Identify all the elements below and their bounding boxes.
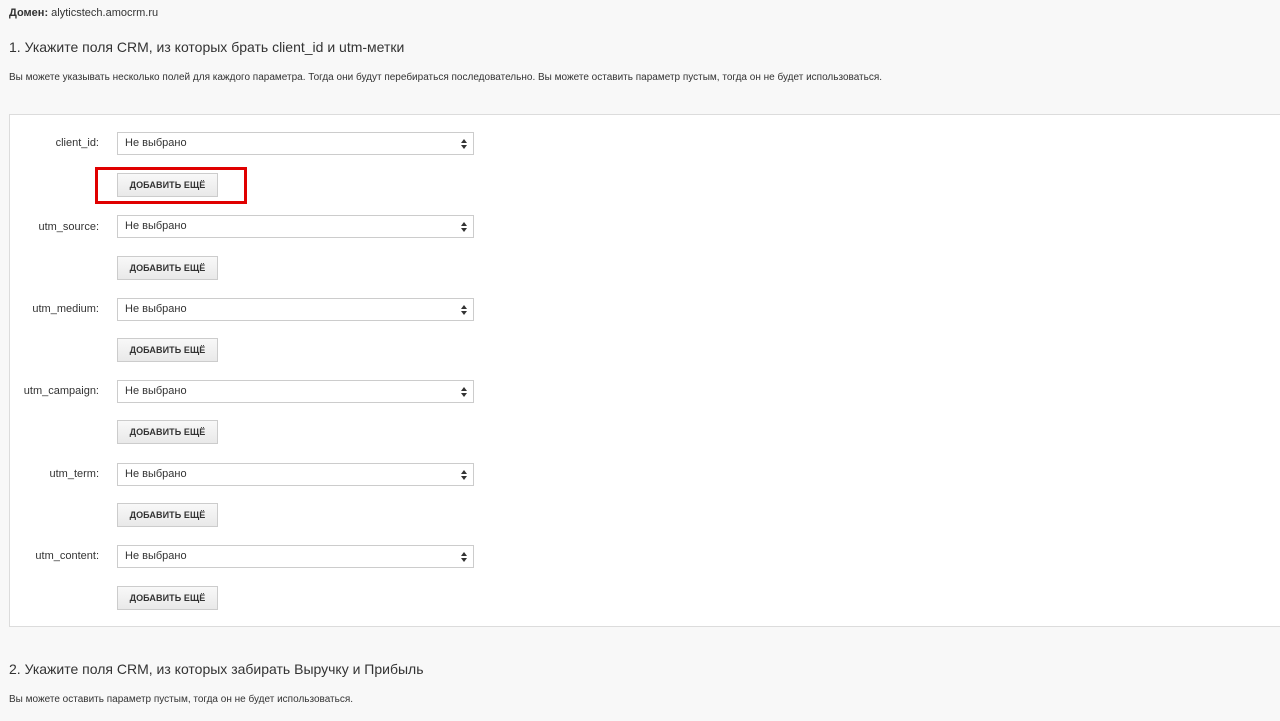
section1-title: 1. Укажите поля CRM, из которых брать cl… bbox=[9, 39, 405, 55]
section1-hint: Вы можете указывать несколько полей для … bbox=[9, 72, 883, 83]
select-utm-term[interactable]: Не выбрано bbox=[117, 463, 474, 486]
section2-title: 2. Укажите поля CRM, из которых забирать… bbox=[9, 661, 424, 677]
label-utm-source: utm_source: bbox=[38, 221, 99, 233]
select-utm-medium[interactable]: Не выбрано bbox=[117, 298, 474, 321]
label-client-id: client_id: bbox=[55, 137, 99, 149]
label-utm-content: utm_content: bbox=[35, 550, 99, 562]
up-down-arrows-icon bbox=[461, 552, 467, 562]
select-value: Не выбрано bbox=[125, 385, 187, 397]
section2-hint: Вы можете оставить параметр пустым, тогд… bbox=[9, 694, 354, 705]
add-more-button-utm-term[interactable]: ДОБАВИТЬ ЕЩЁ bbox=[117, 503, 218, 527]
up-down-arrows-icon bbox=[461, 222, 467, 232]
select-value: Не выбрано bbox=[125, 468, 187, 480]
label-utm-medium: utm_medium: bbox=[32, 303, 99, 315]
select-client-id[interactable]: Не выбрано bbox=[117, 132, 474, 155]
domain-value: alyticstech.amocrm.ru bbox=[51, 7, 159, 19]
select-value: Не выбрано bbox=[125, 303, 187, 315]
label-utm-campaign: utm_campaign: bbox=[23, 385, 99, 397]
add-more-button-utm-source[interactable]: ДОБАВИТЬ ЕЩЁ bbox=[117, 256, 218, 280]
select-utm-content[interactable]: Не выбрано bbox=[117, 545, 474, 568]
add-more-button-utm-content[interactable]: ДОБАВИТЬ ЕЩЁ bbox=[117, 586, 218, 610]
add-more-button-utm-medium[interactable]: ДОБАВИТЬ ЕЩЁ bbox=[117, 338, 218, 362]
up-down-arrows-icon bbox=[461, 139, 467, 149]
select-value: Не выбрано bbox=[125, 137, 187, 149]
up-down-arrows-icon bbox=[461, 387, 467, 397]
select-value: Не выбрано bbox=[125, 220, 187, 232]
up-down-arrows-icon bbox=[461, 305, 467, 315]
select-utm-campaign[interactable]: Не выбрано bbox=[117, 380, 474, 403]
add-more-button-utm-campaign[interactable]: ДОБАВИТЬ ЕЩЁ bbox=[117, 420, 218, 444]
domain-line: Домен: alyticstech.amocrm.ru bbox=[9, 7, 158, 19]
add-more-button-client-id[interactable]: ДОБАВИТЬ ЕЩЁ bbox=[117, 173, 218, 197]
label-utm-term: utm_term: bbox=[49, 468, 99, 480]
select-utm-source[interactable]: Не выбрано bbox=[117, 215, 474, 238]
up-down-arrows-icon bbox=[461, 470, 467, 480]
select-value: Не выбрано bbox=[125, 550, 187, 562]
domain-label: Домен: bbox=[9, 7, 49, 19]
